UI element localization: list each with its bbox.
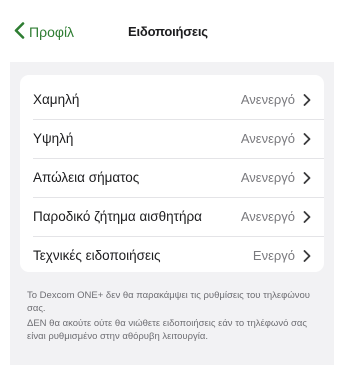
setting-row-technical-alerts[interactable]: Τεχνικές ειδοποιήσεις Ενεργό: [20, 237, 324, 274]
page-title: Ειδοποιήσεις: [128, 24, 208, 39]
setting-label: Απώλεια σήματος: [33, 170, 140, 185]
chevron-right-icon: [303, 93, 311, 106]
setting-label: Χαμηλή: [33, 92, 80, 107]
chevron-left-icon: [14, 22, 25, 42]
chevron-right-icon: [303, 132, 311, 145]
footer-text-override: Το Dexcom ONE+ δεν θα παρακάμψει τις ρυθ…: [27, 290, 310, 314]
setting-row-sensor-issue[interactable]: Παροδικό ζήτημα αισθητήρα Ανενεργό: [20, 198, 324, 235]
setting-row-low[interactable]: Χαμηλή Ανενεργό: [20, 81, 324, 118]
setting-value: Ανενεργό: [240, 209, 295, 224]
setting-label: Παροδικό ζήτημα αισθητήρα: [33, 209, 202, 224]
back-label: Προφίλ: [29, 24, 75, 40]
footer-text-silent-mode: ΔΕΝ θα ακούτε ούτε θα νιώθετε ειδοποιήσε…: [27, 318, 307, 342]
settings-content: Χαμηλή Ανενεργό Υψηλή Ανενεργό Απώλεια σ…: [10, 62, 334, 365]
setting-label: Τεχνικές ειδοποιήσεις: [33, 248, 161, 263]
setting-value: Ανενεργό: [240, 170, 295, 185]
back-button[interactable]: Προφίλ: [14, 22, 74, 42]
setting-label: Υψηλή: [33, 131, 74, 146]
chevron-right-icon: [303, 210, 311, 223]
navigation-bar: Προφίλ Ειδοποιήσεις: [0, 0, 344, 62]
setting-value: Ανενεργό: [240, 131, 295, 146]
setting-value: Ανενεργό: [240, 92, 295, 107]
alerts-settings-card: Χαμηλή Ανενεργό Υψηλή Ανενεργό Απώλεια σ…: [20, 75, 324, 272]
footer-note: Το Dexcom ONE+ δεν θα παρακάμψει τις ρυθ…: [27, 290, 327, 343]
chevron-right-icon: [303, 249, 311, 262]
setting-value: Ενεργό: [252, 248, 295, 263]
setting-row-signal-loss[interactable]: Απώλεια σήματος Ανενεργό: [20, 159, 324, 196]
setting-row-high[interactable]: Υψηλή Ανενεργό: [20, 120, 324, 157]
chevron-right-icon: [303, 171, 311, 184]
